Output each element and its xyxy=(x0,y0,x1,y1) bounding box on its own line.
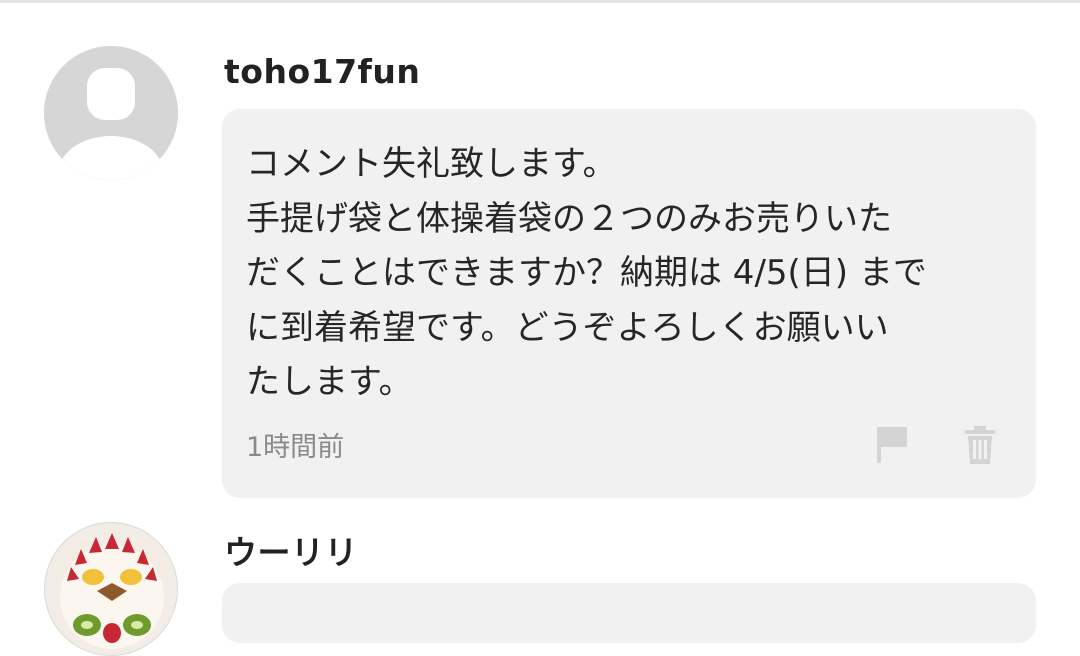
cake-avatar-icon xyxy=(46,524,177,655)
comment-bubble xyxy=(222,583,1036,643)
comment-timestamp: 1時間前 xyxy=(246,432,345,463)
comment-username[interactable]: ウーリリ xyxy=(224,526,358,574)
trash-icon[interactable] xyxy=(962,425,998,465)
comment-text: コメント失礼致します。 手提げ袋と体操着袋の２つのみお売りいた だくことはできま… xyxy=(246,144,927,402)
flag-icon[interactable] xyxy=(874,425,910,465)
avatar[interactable] xyxy=(44,522,178,656)
comment-item: toho17fun コメント失礼致します。 手提げ袋と体操着袋の２つのみお売りい… xyxy=(0,0,1080,520)
comment-bubble: コメント失礼致します。 手提げ袋と体操着袋の２つのみお売りいた だくことはできま… xyxy=(222,109,1036,498)
avatar[interactable] xyxy=(44,46,178,180)
default-user-icon xyxy=(44,46,178,180)
comment-username[interactable]: toho17fun xyxy=(224,52,420,91)
comment-item: ウーリリ xyxy=(0,500,1080,656)
